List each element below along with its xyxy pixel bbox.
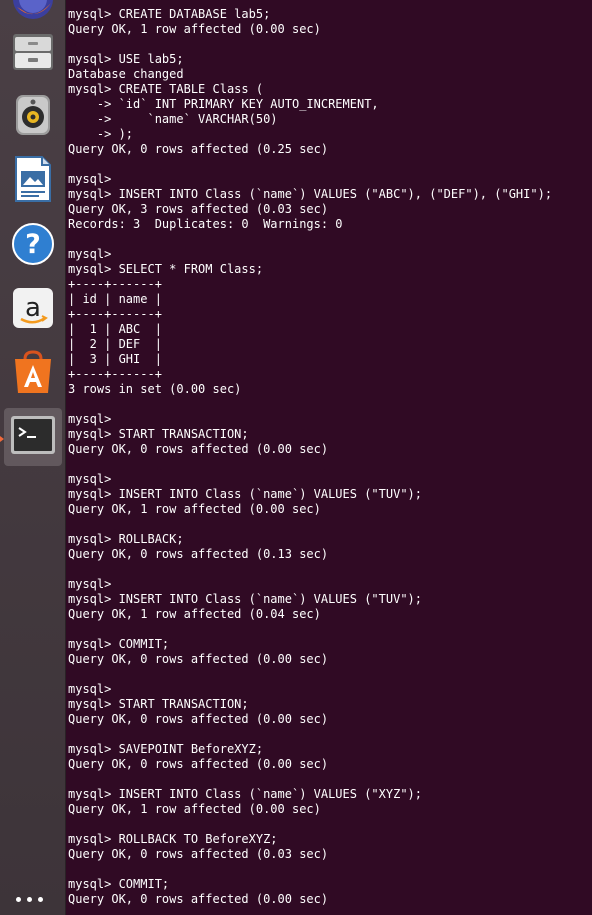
terminal-line: Query OK, 3 rows affected (0.03 sec) bbox=[68, 202, 329, 216]
launcher-item-impress[interactable] bbox=[4, 152, 62, 210]
terminal-line: mysql> bbox=[68, 172, 112, 186]
terminal-line: mysql> bbox=[68, 412, 112, 426]
terminal-line: | 3 | GHI | bbox=[68, 352, 162, 366]
terminal-line: mysql> START TRANSACTION; bbox=[68, 427, 249, 441]
terminal-line: mysql> bbox=[68, 682, 112, 696]
software-center-icon bbox=[11, 349, 55, 400]
terminal-line: mysql> bbox=[68, 577, 112, 591]
terminal-line: +----+------+ bbox=[68, 367, 162, 381]
terminal-line: mysql> USE lab5; bbox=[68, 52, 184, 66]
terminal-line: mysql> INSERT INTO Class (`name`) VALUES… bbox=[68, 487, 423, 501]
amazon-icon: a bbox=[11, 286, 55, 335]
terminal-line: Query OK, 1 row affected (0.00 sec) bbox=[68, 22, 321, 36]
terminal-line: mysql> ROLLBACK; bbox=[68, 532, 184, 546]
terminal-line: mysql> INSERT INTO Class (`name`) VALUES… bbox=[68, 592, 423, 606]
apps-dot bbox=[16, 897, 21, 902]
launcher-item-files[interactable] bbox=[4, 25, 62, 83]
terminal-line: mysql> COMMIT; bbox=[68, 637, 170, 651]
terminal-line: mysql> INSERT INTO Class (`name`) VALUES… bbox=[68, 787, 423, 801]
terminal-line: -> `name` VARCHAR(50) bbox=[68, 112, 278, 126]
terminal-line: Query OK, 0 rows affected (0.00 sec) bbox=[68, 757, 329, 771]
terminal-line: mysql> SELECT * FROM Class; bbox=[68, 262, 264, 276]
terminal-line: | 1 | ABC | bbox=[68, 322, 162, 336]
libreoffice-impress-icon bbox=[12, 155, 54, 208]
terminal-line: mysql> SAVEPOINT BeforeXYZ; bbox=[68, 742, 264, 756]
terminal-line: Query OK, 1 row affected (0.04 sec) bbox=[68, 607, 321, 621]
terminal-icon bbox=[10, 415, 56, 460]
terminal-line: +----+------+ bbox=[68, 277, 162, 291]
terminal-line: | id | name | bbox=[68, 292, 162, 306]
apps-dot bbox=[27, 897, 32, 902]
terminal-line: | 2 | DEF | bbox=[68, 337, 162, 351]
launcher-item-help[interactable]: ? bbox=[4, 217, 62, 275]
terminal-line: Query OK, 0 rows affected (0.00 sec) bbox=[68, 442, 329, 456]
terminal-line: Database changed bbox=[68, 67, 184, 81]
terminal-line: -> ); bbox=[68, 127, 134, 141]
terminal-line: mysql> COMMIT; bbox=[68, 877, 170, 891]
terminal-window[interactable]: mysql> CREATE DATABASE lab5; Query OK, 1 … bbox=[67, 0, 592, 915]
firefox-icon bbox=[11, 0, 55, 26]
terminal-line: Query OK, 0 rows affected (0.03 sec) bbox=[68, 847, 329, 861]
apps-dot bbox=[38, 897, 43, 902]
svg-text:a: a bbox=[25, 293, 41, 323]
terminal-line: mysql> CREATE DATABASE lab5; bbox=[68, 7, 271, 21]
terminal-line: Records: 3 Duplicates: 0 Warnings: 0 bbox=[68, 217, 343, 231]
show-applications-button[interactable] bbox=[16, 897, 43, 902]
launcher-item-software-center[interactable] bbox=[4, 345, 62, 403]
terminal-line: Query OK, 0 rows affected (0.00 sec) bbox=[68, 652, 329, 666]
launcher: ? a bbox=[0, 0, 66, 915]
terminal-line: mysql> bbox=[68, 247, 112, 261]
launcher-item-terminal[interactable] bbox=[4, 408, 62, 466]
active-indicator bbox=[0, 436, 4, 442]
terminal-line: mysql> ROLLBACK TO BeforeXYZ; bbox=[68, 832, 278, 846]
terminal-line: Query OK, 0 rows affected (0.13 sec) bbox=[68, 547, 329, 561]
terminal-line: mysql> CREATE TABLE Class ( bbox=[68, 82, 264, 96]
terminal-output: mysql> CREATE DATABASE lab5; Query OK, 1 … bbox=[68, 7, 552, 907]
files-icon bbox=[10, 29, 56, 80]
launcher-item-amazon[interactable]: a bbox=[4, 281, 62, 339]
desktop: ? a mysql> CREATE DATABASE lab5; Query O… bbox=[0, 0, 592, 915]
terminal-line: Query OK, 0 rows affected (0.00 sec) bbox=[68, 892, 329, 906]
svg-text:?: ? bbox=[25, 229, 41, 260]
terminal-line: mysql> bbox=[68, 472, 112, 486]
launcher-item-rhythmbox[interactable] bbox=[4, 88, 62, 146]
terminal-line: +----+------+ bbox=[68, 307, 162, 321]
terminal-line: mysql> START TRANSACTION; bbox=[68, 697, 249, 711]
terminal-line: Query OK, 0 rows affected (0.00 sec) bbox=[68, 712, 329, 726]
terminal-line: Query OK, 1 row affected (0.00 sec) bbox=[68, 802, 321, 816]
help-icon: ? bbox=[11, 222, 55, 271]
rhythmbox-icon bbox=[11, 92, 55, 143]
terminal-line: Query OK, 0 rows affected (0.25 sec) bbox=[68, 142, 329, 156]
terminal-line: mysql> INSERT INTO Class (`name`) VALUES… bbox=[68, 187, 553, 201]
terminal-line: Query OK, 1 row affected (0.00 sec) bbox=[68, 502, 321, 516]
terminal-line: -> `id` INT PRIMARY KEY AUTO_INCREMENT, bbox=[68, 97, 379, 111]
terminal-line: 3 rows in set (0.00 sec) bbox=[68, 382, 242, 396]
